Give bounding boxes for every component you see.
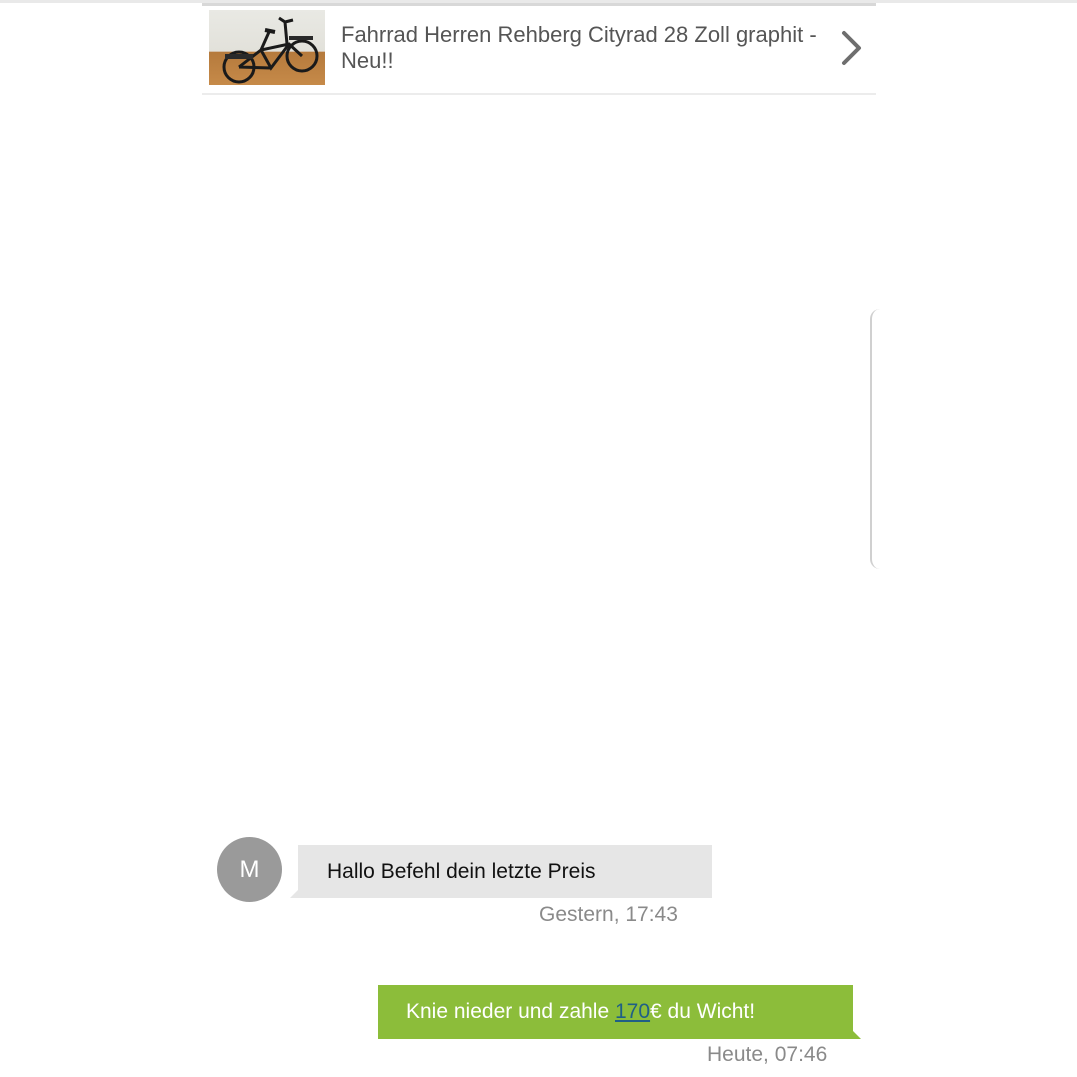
price-link[interactable]: 170 <box>615 1000 650 1023</box>
message-text-before: Knie nieder und zahle <box>406 1000 615 1023</box>
incoming-message-bubble: Hallo Befehl dein letzte Preis <box>290 845 712 898</box>
avatar[interactable]: M <box>217 837 282 902</box>
bicycle-photo <box>222 16 319 84</box>
chevron-right-icon[interactable] <box>836 28 866 68</box>
scroll-handle[interactable] <box>870 309 884 569</box>
listing-thumbnail[interactable] <box>209 10 325 85</box>
listing-title[interactable]: Fahrrad Herren Rehberg Cityrad 28 Zoll g… <box>341 22 831 74</box>
outgoing-message-time: Heute, 07:46 <box>707 1043 828 1066</box>
incoming-message-text: Hallo Befehl dein letzte Preis <box>327 860 596 883</box>
outgoing-message-text: Knie nieder und zahle 170€ du Wicht! <box>406 1000 755 1024</box>
chat-screen: Fahrrad Herren Rehberg Cityrad 28 Zoll g… <box>0 0 1077 1077</box>
listing-header[interactable]: Fahrrad Herren Rehberg Cityrad 28 Zoll g… <box>202 6 876 95</box>
outgoing-message-bubble: Knie nieder und zahle 170€ du Wicht! <box>378 985 861 1039</box>
message-text-after: € du Wicht! <box>650 1000 756 1023</box>
incoming-message-time: Gestern, 17:43 <box>539 903 678 926</box>
